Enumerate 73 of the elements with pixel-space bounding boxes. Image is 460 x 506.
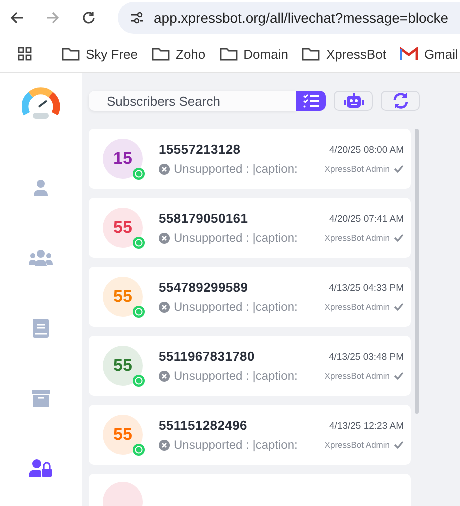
user-icon: [32, 179, 50, 197]
address-bar[interactable]: app.xpressbot.org/all/livechat?message=blocke: [118, 2, 460, 34]
conversation-card[interactable]: 55 5511967831780 Unsupported : |caption: 4/13/25 03:48 PM XpressBot Admin: [89, 336, 411, 396]
robot-icon: [344, 93, 364, 109]
conversation-card[interactable]: 55 551151282496 Unsupported : |caption: 4/13/25 12:23 AM XpressBot Admin: [89, 405, 411, 465]
bookmark[interactable]: Domain: [220, 46, 288, 62]
avatar: 55: [103, 346, 143, 386]
bookmark[interactable]: Zoho: [152, 46, 206, 62]
error-circle-icon: [159, 370, 170, 382]
reload-icon[interactable]: [82, 11, 96, 25]
search-field[interactable]: Subscribers Search: [89, 91, 296, 111]
conversation-card[interactable]: 55 558179050161 Unsupported : |caption: 4/20/25 07:41 AM XpressBot Admin: [89, 198, 411, 258]
avatar: 55: [103, 208, 143, 248]
folder-icon: [220, 47, 238, 61]
phone-number: 558179050161: [159, 211, 250, 226]
conversation-card[interactable]: 15 15557213128 Unsupported : |caption: 4/20/25 08:00 AM XpressBot Admin: [89, 129, 411, 189]
error-circle-icon: [159, 440, 170, 450]
checkmark-icon: [394, 440, 404, 448]
avatar: 55: [103, 415, 143, 455]
mail-icon: [400, 47, 418, 61]
phone-number: 551151282496: [159, 418, 248, 433]
gauge-logo-icon[interactable]: [22, 87, 60, 121]
agent-name: XpressBot Admin: [324, 440, 390, 450]
phone-number: 554789299589: [159, 280, 250, 295]
bookmark[interactable]: Gmail: [400, 46, 458, 62]
book-icon: [33, 318, 49, 338]
folder-icon: [152, 47, 170, 61]
phone-number: 15557213128: [159, 142, 242, 157]
agent-name: XpressBot Admin: [324, 164, 390, 174]
message-preview: Unsupported : |caption:: [174, 231, 298, 245]
checklist-icon: [303, 94, 320, 108]
whatsapp-icon: [133, 444, 145, 456]
message-preview: Unsupported : |caption:: [174, 438, 298, 452]
checkmark-icon: [394, 234, 404, 242]
timestamp: 4/13/25 04:33 PM: [329, 282, 404, 294]
bookmark[interactable]: XpressBot: [302, 46, 386, 62]
checkmark-icon: [394, 372, 404, 380]
filter-list-button[interactable]: [296, 91, 326, 111]
agent-name: XpressBot Admin: [324, 232, 390, 242]
checkmark-icon: [394, 302, 404, 310]
timestamp: 4/13/25 12:23 AM: [330, 420, 404, 432]
error-circle-icon: [159, 302, 170, 312]
bot-button[interactable]: [334, 91, 374, 111]
refresh-icon: [392, 92, 410, 110]
agent-name: XpressBot Admin: [324, 370, 390, 380]
folder-icon: [62, 47, 80, 61]
timestamp: 4/20/25 08:00 AM: [330, 144, 404, 156]
back-icon[interactable]: [10, 11, 24, 25]
avatar: 15: [103, 139, 143, 179]
archive-box-icon: [32, 390, 50, 406]
folder-icon: [302, 47, 320, 61]
whatsapp-icon: [133, 306, 145, 318]
refresh-button[interactable]: [381, 91, 420, 111]
apps-grid-icon[interactable]: [18, 47, 32, 61]
whatsapp-icon: [133, 168, 145, 180]
message-preview: Unsupported : |caption:: [174, 162, 298, 176]
bookmark[interactable]: Sky Free: [62, 46, 138, 62]
avatar: 55: [103, 277, 143, 317]
checkmark-icon: [394, 164, 404, 172]
error-circle-icon: [159, 164, 170, 174]
timestamp: 4/13/25 03:48 PM: [329, 352, 404, 362]
whatsapp-icon: [133, 237, 145, 249]
phone-number: 5511967831780: [159, 349, 256, 364]
site-settings-icon[interactable]: [130, 12, 144, 24]
user-lock-icon: [29, 459, 53, 477]
whatsapp-icon: [133, 375, 145, 387]
timestamp: 4/20/25 07:41 AM: [330, 214, 404, 224]
message-preview: Unsupported : |caption:: [174, 300, 298, 314]
users-icon: [29, 249, 53, 267]
message-preview: Unsupported : |caption:: [174, 369, 298, 383]
conversation-card[interactable]: 55 554789299589 Unsupported : |caption: 4/13/25 04:33 PM XpressBot Admin: [89, 267, 411, 327]
error-circle-icon: [159, 232, 170, 244]
agent-name: XpressBot Admin: [324, 302, 390, 312]
